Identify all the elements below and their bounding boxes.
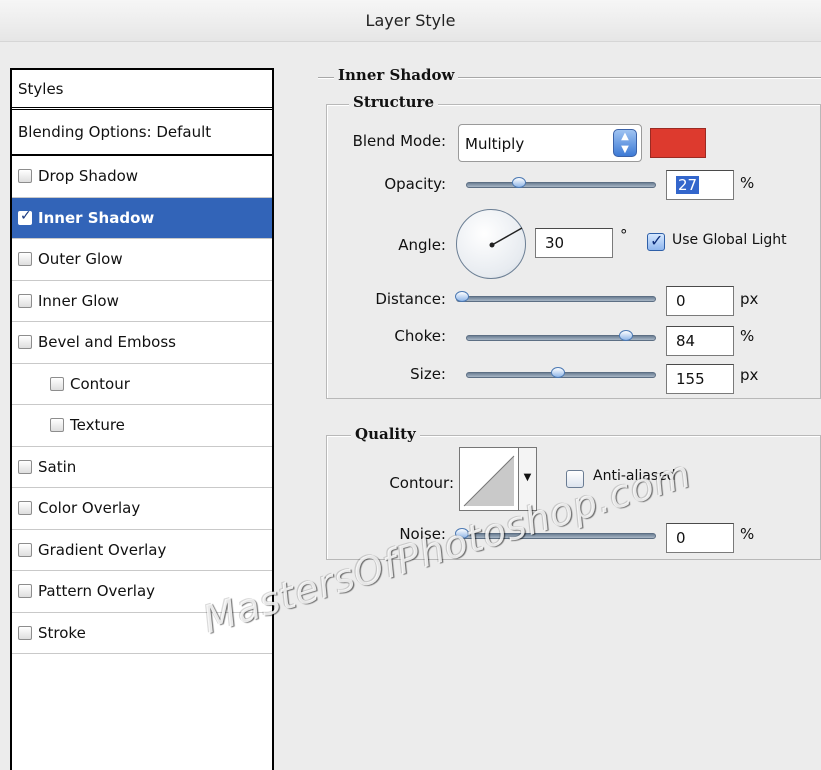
- checkbox-icon[interactable]: [50, 376, 64, 391]
- sidebar-item-bevel-and-emboss[interactable]: Bevel and Emboss: [12, 322, 272, 364]
- checkbox-icon[interactable]: [18, 501, 32, 516]
- noise-input[interactable]: 0: [666, 523, 734, 553]
- size-label: Size:: [410, 365, 446, 383]
- checkbox-icon[interactable]: [18, 169, 32, 184]
- size-input[interactable]: 155: [666, 364, 734, 394]
- opacity-value: 27: [676, 176, 700, 194]
- opacity-label: Opacity:: [384, 175, 446, 193]
- checkbox-icon[interactable]: [18, 335, 32, 350]
- sidebar-item-inner-glow[interactable]: Inner Glow: [12, 281, 272, 322]
- sidebar-item-label: Contour: [70, 374, 130, 393]
- blend-mode-value: Multiply: [465, 135, 525, 153]
- updown-arrows-icon: ▲ ▼: [613, 129, 637, 157]
- sidebar-item-label: Outer Glow: [38, 250, 123, 269]
- angle-input[interactable]: 30: [535, 228, 613, 258]
- checkbox-icon[interactable]: [18, 542, 32, 557]
- checkbox-icon[interactable]: [18, 584, 32, 599]
- distance-value: 0: [676, 292, 686, 310]
- sidebar-item-label: Pattern Overlay: [38, 582, 156, 601]
- checkbox-icon[interactable]: [18, 625, 32, 640]
- choke-slider-knob[interactable]: [619, 330, 633, 341]
- sidebar-item-drop-shadow[interactable]: Drop Shadow: [12, 156, 272, 198]
- checkbox-icon[interactable]: [18, 208, 32, 225]
- size-slider[interactable]: [466, 367, 656, 378]
- size-unit: px: [740, 366, 759, 384]
- choke-unit: %: [740, 327, 755, 345]
- sidebar-item-label: Bevel and Emboss: [38, 333, 176, 352]
- sidebar-item-contour[interactable]: Contour: [12, 364, 272, 405]
- sidebar-item-color-overlay[interactable]: Color Overlay: [12, 488, 272, 530]
- sidebar-item-label: Satin: [38, 457, 77, 476]
- opacity-slider[interactable]: [466, 177, 656, 188]
- styles-header[interactable]: Styles: [12, 70, 272, 110]
- distance-slider[interactable]: [455, 291, 656, 302]
- distance-slider-knob[interactable]: [455, 291, 469, 302]
- angle-label: Angle:: [398, 236, 446, 254]
- checkbox-icon[interactable]: [50, 418, 64, 433]
- choke-input[interactable]: 84: [666, 326, 734, 356]
- choke-slider[interactable]: [466, 330, 656, 341]
- contour-label: Contour:: [389, 474, 454, 492]
- size-slider-knob[interactable]: [551, 367, 565, 378]
- window-titlebar: Layer Style: [0, 0, 821, 42]
- checkbox-icon[interactable]: [18, 459, 32, 474]
- shadow-color-swatch[interactable]: [650, 128, 706, 158]
- use-global-light-checkbox[interactable]: [647, 231, 665, 251]
- distance-label: Distance:: [375, 290, 446, 308]
- sidebar-item-gradient-overlay[interactable]: Gradient Overlay: [12, 530, 272, 571]
- sidebar-item-label: Color Overlay: [38, 499, 141, 518]
- blending-options-item[interactable]: Blending Options: Default: [12, 110, 272, 156]
- styles-list: Styles Blending Options: Default Drop Sh…: [10, 68, 274, 770]
- sidebar-item-outer-glow[interactable]: Outer Glow: [12, 239, 272, 281]
- blend-mode-label: Blend Mode:: [352, 132, 446, 150]
- structure-title: Structure: [349, 93, 438, 111]
- sidebar-item-inner-shadow[interactable]: Inner Shadow: [12, 197, 272, 239]
- sidebar-item-label: Drop Shadow: [38, 167, 139, 186]
- sidebar-item-texture[interactable]: Texture: [12, 405, 272, 447]
- sidebar-item-label: Inner Shadow: [38, 208, 155, 227]
- checkbox-icon[interactable]: [18, 252, 32, 267]
- section-title: Inner Shadow: [334, 66, 459, 84]
- blend-mode-select[interactable]: Multiply ▲ ▼: [458, 124, 642, 162]
- sidebar-item-label: Stroke: [38, 623, 86, 642]
- sidebar-item-label: Inner Glow: [38, 291, 119, 310]
- checkbox-icon[interactable]: [18, 293, 32, 308]
- opacity-slider-knob[interactable]: [512, 177, 526, 188]
- angle-unit: °: [620, 226, 628, 244]
- sidebar-item-label: Texture: [70, 416, 125, 435]
- quality-title: Quality: [351, 425, 420, 443]
- contour-curve-icon: [463, 455, 515, 507]
- opacity-input[interactable]: 27: [666, 170, 734, 200]
- distance-unit: px: [740, 290, 759, 308]
- angle-needle: [489, 227, 523, 248]
- noise-value: 0: [676, 529, 686, 547]
- sidebar-item-satin[interactable]: Satin: [12, 447, 272, 488]
- size-value: 155: [676, 370, 705, 388]
- window-title: Layer Style: [365, 11, 456, 30]
- angle-dial[interactable]: [456, 209, 526, 279]
- distance-input[interactable]: 0: [666, 286, 734, 316]
- sidebar-item-label: Gradient Overlay: [38, 540, 167, 559]
- angle-value: 30: [545, 234, 565, 252]
- noise-unit: %: [740, 525, 755, 543]
- choke-label: Choke:: [394, 327, 446, 345]
- use-global-light-label: Use Global Light: [672, 232, 787, 248]
- choke-value: 84: [676, 332, 696, 350]
- opacity-unit: %: [740, 174, 755, 192]
